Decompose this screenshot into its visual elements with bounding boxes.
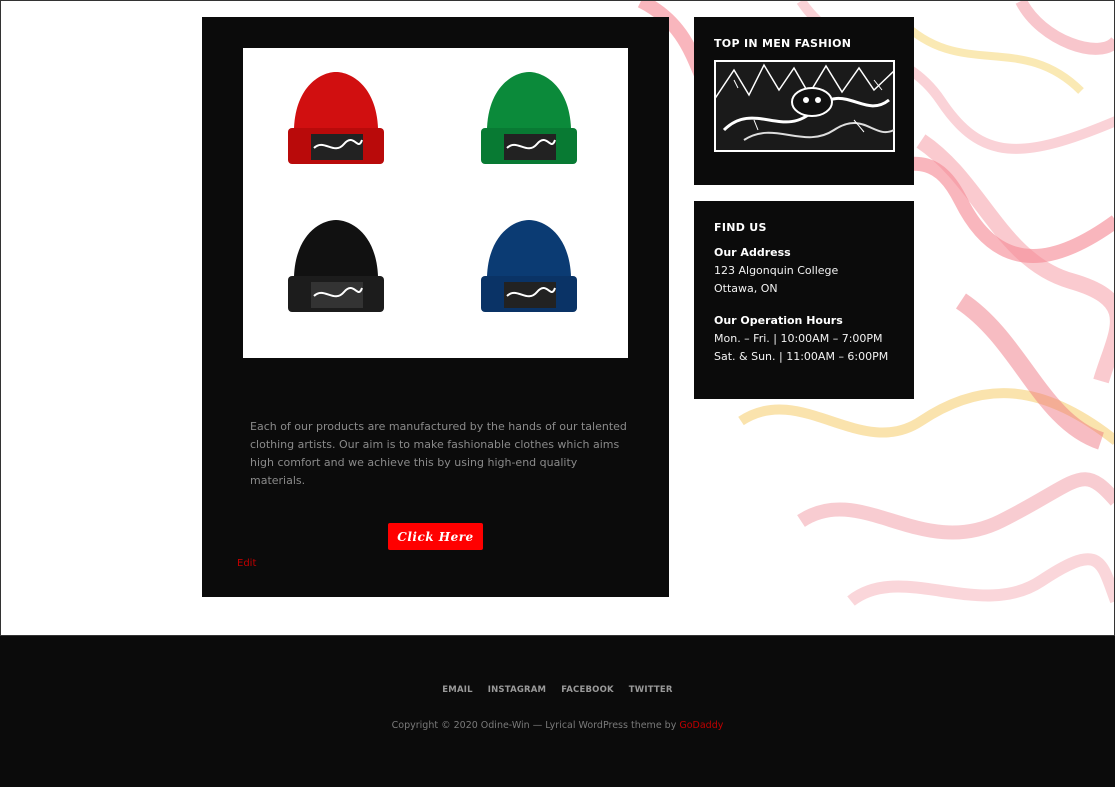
- footer-link-twitter[interactable]: TWITTER: [629, 685, 673, 695]
- widget-find-us: FIND US Our Address 123 Algonquin Colleg…: [694, 201, 914, 399]
- hours-line: Mon. – Fri. | 10:00AM – 7:00PM: [714, 332, 883, 345]
- edit-link[interactable]: Edit: [237, 558, 256, 569]
- product-image: [243, 48, 628, 358]
- footer-link-facebook[interactable]: FACEBOOK: [561, 685, 614, 695]
- beanie-green-image: [481, 72, 577, 164]
- content-area: Each of our products are manufactured by…: [202, 17, 669, 597]
- address-line: 123 Algonquin College: [714, 264, 839, 277]
- address-label: Our Address: [714, 246, 791, 259]
- hours-line: Sat. & Sun. | 11:00AM – 6:00PM: [714, 350, 889, 363]
- beanie-blue-image: [481, 220, 577, 312]
- footer-nav: EMAIL INSTAGRAM FACEBOOK TWITTER: [0, 685, 1115, 695]
- fashion-graphic-image[interactable]: [714, 60, 895, 152]
- hours-label: Our Operation Hours: [714, 314, 843, 327]
- product-description: Each of our products are manufactured by…: [250, 420, 627, 487]
- beanie-black-image: [288, 220, 384, 312]
- widget-title: TOP IN MEN FASHION: [714, 37, 852, 50]
- footer-link-instagram[interactable]: INSTAGRAM: [488, 685, 546, 695]
- beanie-red-image: [288, 72, 384, 164]
- widget-title: FIND US: [714, 221, 767, 234]
- footer-link-email[interactable]: EMAIL: [442, 685, 472, 695]
- godaddy-link[interactable]: GoDaddy: [679, 720, 723, 731]
- widget-top-men-fashion: TOP IN MEN FASHION: [694, 17, 914, 185]
- click-here-button[interactable]: Click Here: [388, 523, 483, 550]
- copyright: Copyright © 2020 Odine-Win — Lyrical Wor…: [0, 720, 1115, 731]
- copyright-text: Copyright © 2020 Odine-Win — Lyrical Wor…: [391, 720, 680, 731]
- site-footer: EMAIL INSTAGRAM FACEBOOK TWITTER Copyrig…: [0, 636, 1115, 787]
- address-line: Ottawa, ON: [714, 282, 778, 295]
- site-content: Each of our products are manufactured by…: [0, 0, 1115, 636]
